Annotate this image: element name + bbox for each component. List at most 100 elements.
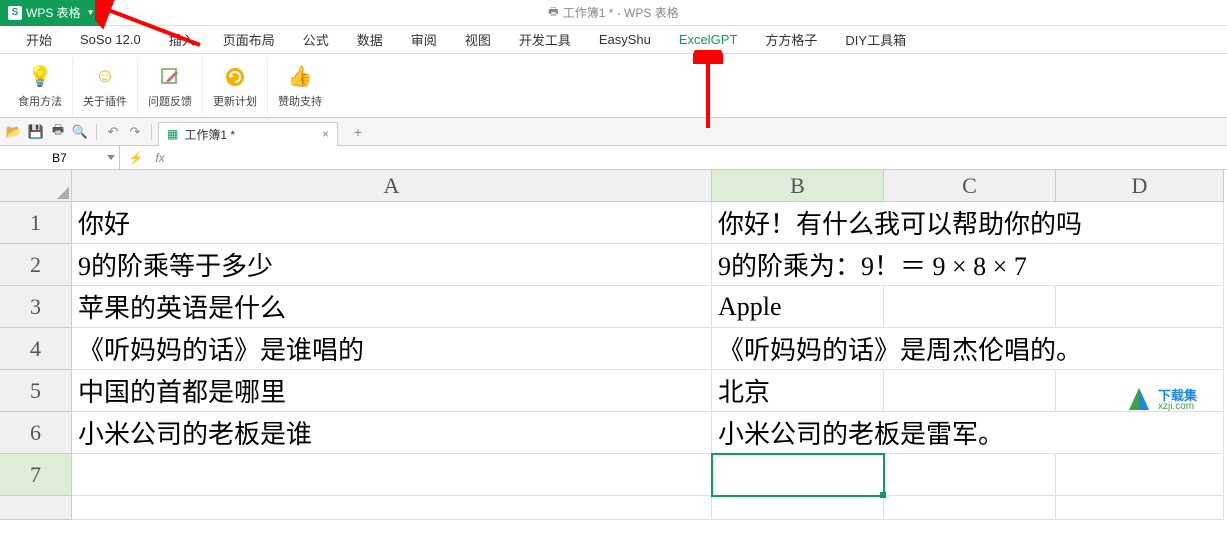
ribbon-donate[interactable]: 👍 赞助支持 — [268, 58, 332, 114]
cell-b3[interactable]: Apple — [712, 286, 884, 328]
cell-a4[interactable]: 《听妈妈的话》是谁唱的 — [72, 328, 712, 370]
row-header[interactable]: 2 — [0, 244, 72, 286]
menu-start[interactable]: 开始 — [12, 26, 66, 54]
menubar: 开始 SoSo 12.0 插入 页面布局 公式 数据 审阅 视图 开发工具 Ea… — [0, 26, 1227, 54]
cell-a1[interactable]: 你好 — [72, 202, 712, 244]
cell-b2[interactable]: 9的阶乘为：9！＝ 9 × 8 × 7 — [712, 244, 884, 286]
cell-c3[interactable] — [884, 286, 1056, 328]
row-header[interactable]: 1 — [0, 202, 72, 244]
table-row: 7 — [0, 454, 1227, 496]
cell-b5[interactable]: 北京 — [712, 370, 884, 412]
cell-b4[interactable]: 《听妈妈的话》是周杰伦唱的。 — [712, 328, 884, 370]
row-header[interactable]: 3 — [0, 286, 72, 328]
cell-a6[interactable]: 小米公司的老板是谁 — [72, 412, 712, 454]
cell-d6[interactable] — [1056, 412, 1224, 454]
watermark-icon — [1124, 385, 1154, 415]
cell-a7[interactable] — [72, 454, 712, 496]
table-row: 6 小米公司的老板是谁 小米公司的老板是雷军。 — [0, 412, 1227, 454]
col-header-d[interactable]: D — [1056, 170, 1224, 202]
spreadsheet-grid: A B C D 1 你好 你好！有什么我可以帮助你的吗 2 9的阶乘等于多少 9… — [0, 170, 1227, 520]
row-header[interactable]: 6 — [0, 412, 72, 454]
document-icon: 🖶 — [548, 3, 558, 22]
menu-fangfang[interactable]: 方方格子 — [751, 26, 831, 54]
menu-data[interactable]: 数据 — [343, 26, 397, 54]
ribbon-feedback[interactable]: 问题反馈 — [138, 58, 203, 114]
fx-icon[interactable]: fx — [152, 151, 168, 165]
cell[interactable] — [712, 496, 884, 520]
ribbon: 💡 食用方法 ☺ 关于插件 问题反馈 更新计划 👍 赞助支持 — [0, 54, 1227, 118]
name-box[interactable]: B7 — [0, 146, 120, 169]
cell-d3[interactable] — [1056, 286, 1224, 328]
menu-review[interactable]: 审阅 — [397, 26, 451, 54]
chevron-down-icon: ▼ — [87, 8, 95, 17]
menu-easyshu[interactable]: EasyShu — [585, 26, 665, 54]
menu-view[interactable]: 视图 — [451, 26, 505, 54]
refresh-icon — [221, 63, 249, 91]
save-icon[interactable]: 💾 — [26, 122, 46, 142]
cell-b7[interactable] — [712, 454, 884, 496]
print-icon[interactable]: 🖶 — [48, 122, 68, 142]
row-header[interactable]: 7 — [0, 454, 72, 496]
lightning-icon[interactable]: ⚡ — [128, 151, 144, 165]
spreadsheet-icon: ▦ — [167, 127, 178, 141]
cell-a3[interactable]: 苹果的英语是什么 — [72, 286, 712, 328]
formula-buttons: ⚡ fx — [120, 151, 176, 165]
table-row: 2 9的阶乘等于多少 9的阶乘为：9！＝ 9 × 8 × 7 — [0, 244, 1227, 286]
table-row: 5 中国的首都是哪里 北京 — [0, 370, 1227, 412]
column-headers: A B C D — [0, 170, 1227, 202]
redo-icon[interactable]: ↷ — [125, 122, 145, 142]
cell-b1[interactable]: 你好！有什么我可以帮助你的吗 — [712, 202, 884, 244]
smile-icon: ☺ — [91, 63, 119, 91]
col-header-a[interactable]: A — [72, 170, 712, 202]
preview-icon[interactable]: 🔍 — [70, 122, 90, 142]
separator — [151, 124, 152, 140]
menu-excelgpt[interactable]: ExcelGPT — [665, 26, 752, 54]
menu-pagelayout[interactable]: 页面布局 — [209, 26, 289, 54]
watermark-text: 下载集 xzji.com — [1158, 389, 1197, 412]
watermark: 下载集 xzji.com — [1124, 385, 1197, 415]
wps-logo-icon: S — [8, 6, 22, 20]
cell-a2[interactable]: 9的阶乘等于多少 — [72, 244, 712, 286]
menu-devtools[interactable]: 开发工具 — [505, 26, 585, 54]
col-header-c[interactable]: C — [884, 170, 1056, 202]
formula-input[interactable] — [176, 146, 1227, 169]
col-header-b[interactable]: B — [712, 170, 884, 202]
menu-insert[interactable]: 插入 — [155, 26, 209, 54]
menu-diy[interactable]: DIY工具箱 — [831, 26, 920, 54]
bulb-icon: 💡 — [26, 63, 54, 91]
titlebar: S WPS 表格 ▼ 🖶 工作簿1 * - WPS 表格 — [0, 0, 1227, 26]
app-menu-button[interactable]: S WPS 表格 ▼ — [0, 0, 103, 26]
row-header[interactable] — [0, 496, 72, 520]
document-tab[interactable]: ▦ 工作簿1 * × — [158, 122, 338, 146]
ribbon-usage[interactable]: 💡 食用方法 — [8, 58, 73, 114]
undo-icon[interactable]: ↶ — [103, 122, 123, 142]
table-row: 3 苹果的英语是什么 Apple — [0, 286, 1227, 328]
add-tab-button[interactable]: + — [348, 124, 368, 140]
ribbon-update[interactable]: 更新计划 — [203, 58, 268, 114]
select-all-corner[interactable] — [0, 170, 72, 202]
table-row — [0, 496, 1227, 520]
row-header[interactable]: 5 — [0, 370, 72, 412]
close-tab-icon[interactable]: × — [322, 127, 329, 141]
table-row: 4 《听妈妈的话》是谁唱的 《听妈妈的话》是周杰伦唱的。 — [0, 328, 1227, 370]
menu-soso[interactable]: SoSo 12.0 — [66, 26, 155, 54]
cell-d2[interactable] — [1056, 244, 1224, 286]
edit-icon — [156, 63, 184, 91]
quick-access-row: 📂 💾 🖶 🔍 ↶ ↷ ▦ 工作簿1 * × + — [0, 118, 1227, 146]
cell-b6[interactable]: 小米公司的老板是雷军。 — [712, 412, 884, 454]
open-icon[interactable]: 📂 — [4, 122, 24, 142]
cell-d7[interactable] — [1056, 454, 1224, 496]
cell-c7[interactable] — [884, 454, 1056, 496]
separator — [96, 124, 97, 140]
ribbon-about[interactable]: ☺ 关于插件 — [73, 58, 138, 114]
table-row: 1 你好 你好！有什么我可以帮助你的吗 — [0, 202, 1227, 244]
cell[interactable] — [884, 496, 1056, 520]
cell-a5[interactable]: 中国的首都是哪里 — [72, 370, 712, 412]
formula-bar: B7 ⚡ fx — [0, 146, 1227, 170]
cell[interactable] — [72, 496, 712, 520]
menu-formula[interactable]: 公式 — [289, 26, 343, 54]
cell[interactable] — [1056, 496, 1224, 520]
cell-c5[interactable] — [884, 370, 1056, 412]
row-header[interactable]: 4 — [0, 328, 72, 370]
thumbsup-icon: 👍 — [286, 63, 314, 91]
